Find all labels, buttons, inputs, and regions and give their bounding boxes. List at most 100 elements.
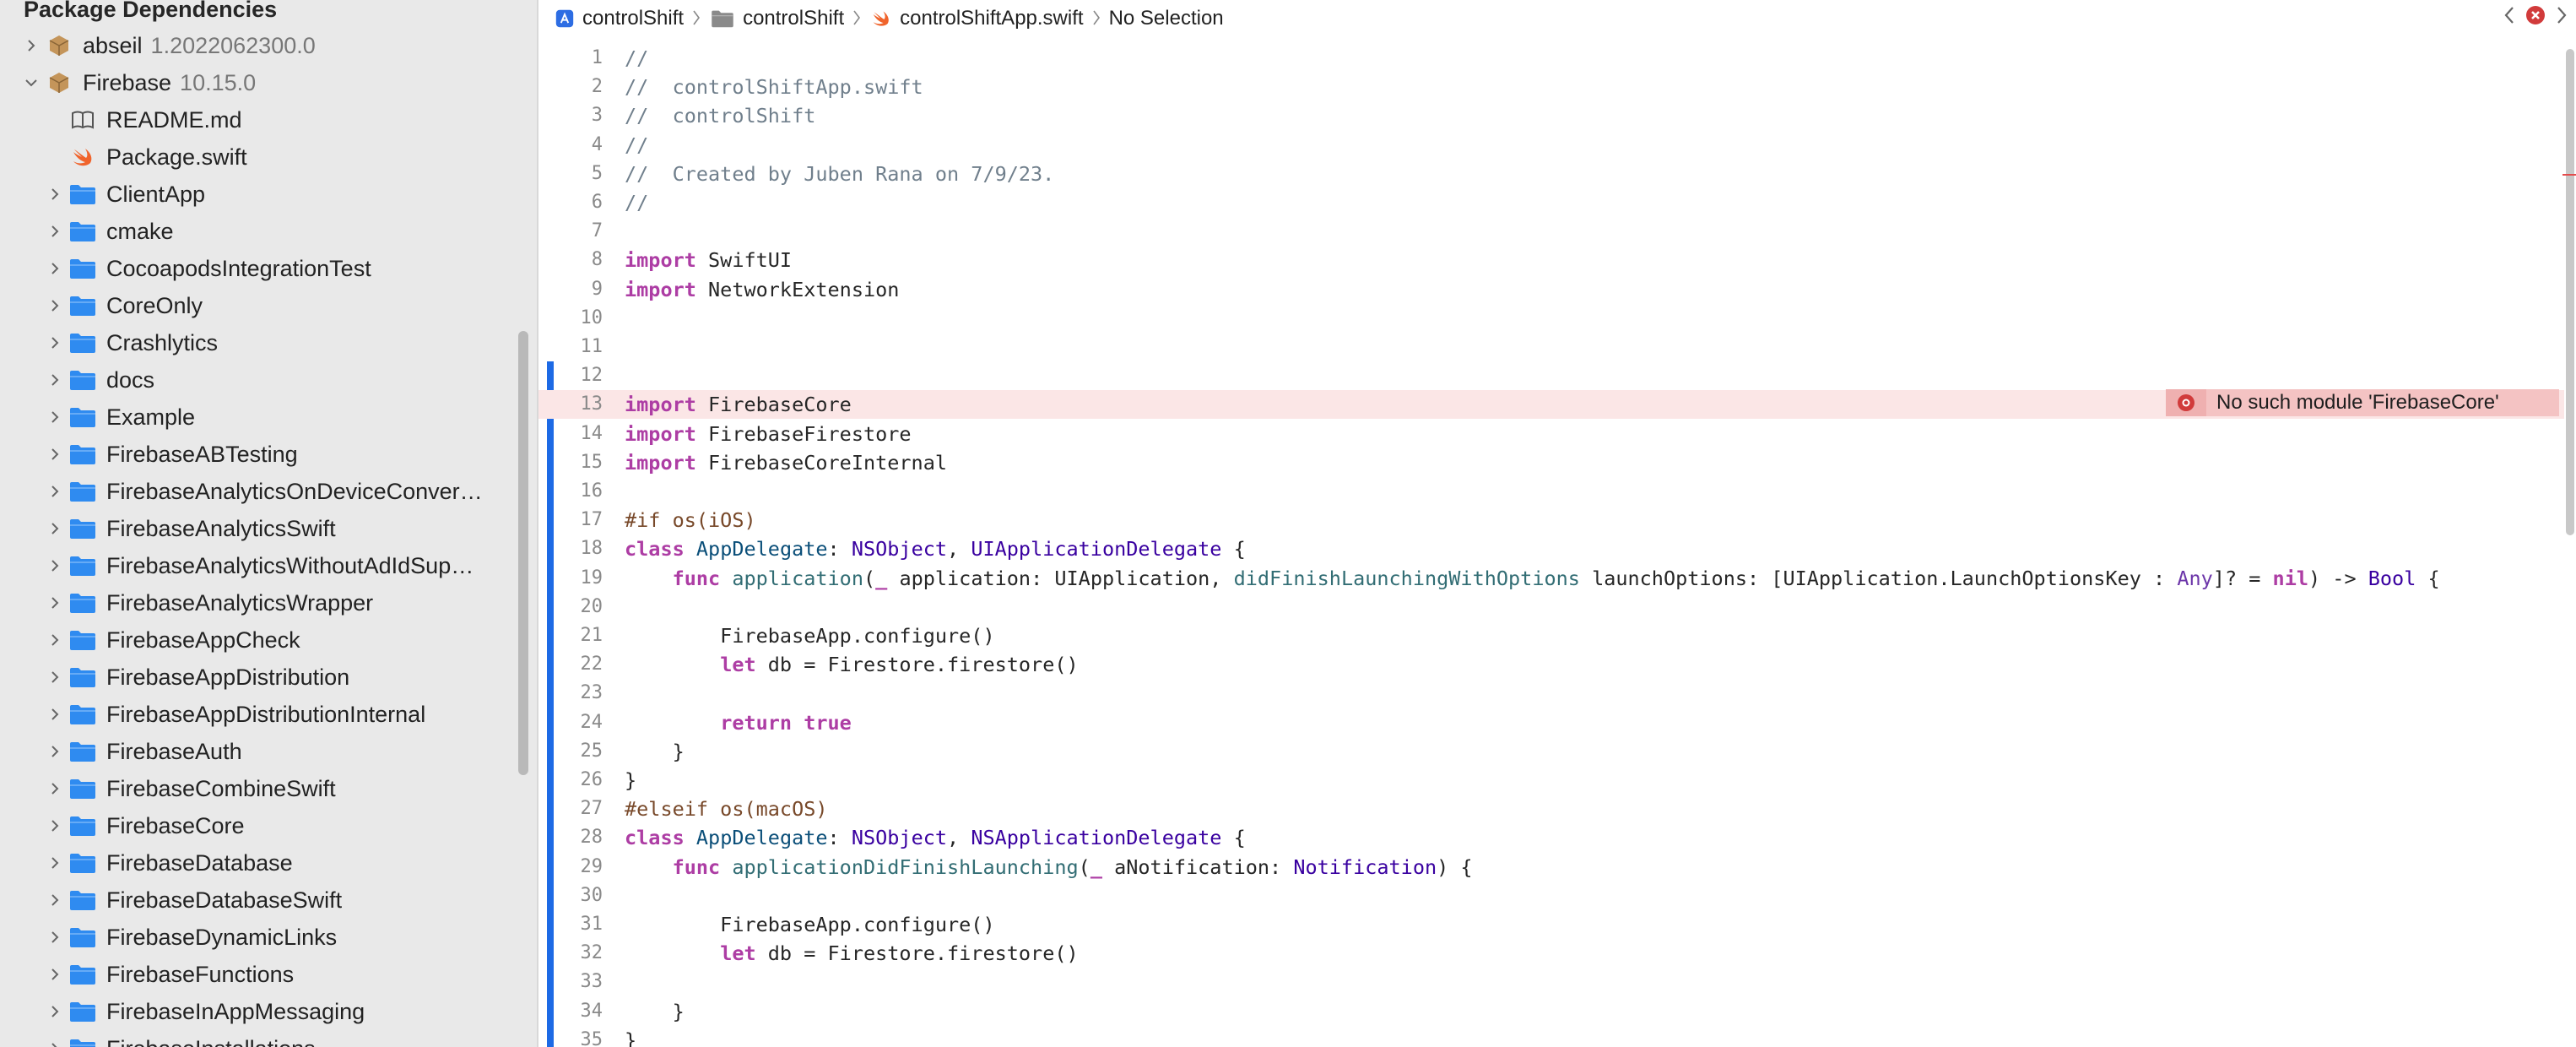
code-line[interactable]: 34 }	[538, 997, 2564, 1026]
chevron-down-icon[interactable]	[24, 75, 39, 90]
error-annotation[interactable]: No such module 'FirebaseCore'	[2166, 389, 2559, 416]
chevron-right-icon[interactable]	[47, 744, 62, 759]
code-token: application: UIApplication,	[887, 566, 1234, 590]
error-indicator-icon[interactable]	[2525, 5, 2546, 31]
code-line[interactable]: 23	[538, 679, 2564, 708]
tree-item-firebaseanalyticswrapper[interactable]: FirebaseAnalyticsWrapper	[0, 584, 537, 621]
tree-item-firebaseanalyticsswift[interactable]: FirebaseAnalyticsSwift	[0, 510, 537, 547]
code-line[interactable]: 11	[538, 333, 2564, 361]
chevron-right-icon[interactable]	[47, 930, 62, 945]
code-line[interactable]: 25 }	[538, 737, 2564, 766]
chevron-right-icon[interactable]	[47, 781, 62, 796]
navigator-scrollbar[interactable]	[518, 331, 528, 775]
tree-item-firebasedatabase[interactable]: FirebaseDatabase	[0, 844, 537, 882]
code-line[interactable]: 10	[538, 304, 2564, 333]
code-line[interactable]: 20	[538, 593, 2564, 621]
chevron-right-icon[interactable]	[47, 335, 62, 350]
code-line[interactable]: 1 //	[538, 44, 2564, 73]
code-line[interactable]: 3 // controlShift	[538, 101, 2564, 130]
chevron-right-icon[interactable]	[47, 372, 62, 388]
tree-item-abseil[interactable]: abseil 1.2022062300.0	[0, 27, 537, 64]
tree-item-firebasefunctions[interactable]: FirebaseFunctions	[0, 956, 537, 993]
code-line[interactable]: 17 #if os(iOS)	[538, 506, 2564, 534]
code-line[interactable]: 28 class AppDelegate: NSObject, NSApplica…	[538, 823, 2564, 852]
tree-item-firebaseanalyticswithoutadidsup[interactable]: FirebaseAnalyticsWithoutAdIdSup…	[0, 547, 537, 584]
tree-item-coreonly[interactable]: CoreOnly	[0, 287, 537, 324]
code-line[interactable]: 35}	[538, 1026, 2564, 1047]
breadcrumb-item[interactable]: No Selection	[1109, 7, 1224, 30]
chevron-right-icon[interactable]	[47, 707, 62, 722]
chevron-right-icon[interactable]	[47, 1041, 62, 1047]
editor-scrollbar[interactable]	[2566, 49, 2574, 535]
code-line[interactable]: 4 //	[538, 131, 2564, 160]
tree-item-example[interactable]: Example	[0, 399, 537, 436]
code-line[interactable]: 15 import FirebaseCoreInternal	[538, 448, 2564, 477]
tree-item-firebaseappdistributioninternal[interactable]: FirebaseAppDistributionInternal	[0, 696, 537, 733]
code-line[interactable]: 21 FirebaseApp.configure()	[538, 621, 2564, 650]
code-line[interactable]: 2 // controlShiftApp.swift	[538, 73, 2564, 101]
code-line[interactable]: 18 class AppDelegate: NSObject, UIApplica…	[538, 534, 2564, 563]
code-line[interactable]: 24 return true	[538, 708, 2564, 737]
code-line[interactable]: 9 import NetworkExtension	[538, 275, 2564, 304]
source-editor[interactable]: 1 // 2 // controlShiftApp.swift 3 // controlS…	[538, 44, 2576, 1047]
chevron-right-icon[interactable]	[24, 38, 39, 53]
breadcrumb-item[interactable]: controlShift	[709, 7, 844, 30]
chevron-right-icon[interactable]	[47, 855, 62, 871]
chevron-right-icon[interactable]	[2556, 6, 2568, 30]
tree-item-firebaseinstallations[interactable]: FirebaseInstallations	[0, 1030, 537, 1047]
tree-item-firebaseanalyticsondeviceconver[interactable]: FirebaseAnalyticsOnDeviceConver…	[0, 473, 537, 510]
tree-item-firebasedynamiclinks[interactable]: FirebaseDynamicLinks	[0, 919, 537, 956]
tree-item-firebasecore[interactable]: FirebaseCore	[0, 807, 537, 844]
chevron-right-icon[interactable]	[47, 632, 62, 648]
code-line[interactable]: 33	[538, 968, 2564, 996]
code-line[interactable]: 19 func application(_ application: UIApp…	[538, 564, 2564, 593]
code-line[interactable]: 27 #elseif os(macOS)	[538, 795, 2564, 823]
code-line[interactable]: 8 import SwiftUI	[538, 246, 2564, 274]
chevron-right-icon[interactable]	[47, 892, 62, 908]
breadcrumb-item[interactable]: controlShift	[554, 7, 684, 30]
code-line[interactable]: 26}	[538, 766, 2564, 795]
chevron-right-icon[interactable]	[47, 558, 62, 573]
tree-item-cocoapodsintegrationtest[interactable]: CocoapodsIntegrationTest	[0, 250, 537, 287]
tree-item-firebasedatabaseswift[interactable]: FirebaseDatabaseSwift	[0, 882, 537, 919]
chevron-right-icon[interactable]	[47, 298, 62, 313]
chevron-right-icon[interactable]	[47, 521, 62, 536]
chevron-right-icon[interactable]	[47, 187, 62, 202]
code-line[interactable]: 32 let db = Firestore.firestore()	[538, 939, 2564, 968]
chevron-right-icon[interactable]	[47, 484, 62, 499]
code-line[interactable]: 5 // Created by Juben Rana on 7/9/23.	[538, 160, 2564, 188]
code-line[interactable]: 7	[538, 217, 2564, 246]
chevron-right-icon[interactable]	[47, 1004, 62, 1019]
code-line[interactable]: 30	[538, 882, 2564, 910]
chevron-right-icon[interactable]	[47, 447, 62, 462]
breadcrumb-item[interactable]: controlShiftApp.swift	[869, 7, 1084, 30]
chevron-right-icon[interactable]	[47, 410, 62, 425]
code-line[interactable]: 16	[538, 477, 2564, 506]
chevron-left-icon[interactable]	[2503, 6, 2515, 30]
tree-item-firebase[interactable]: Firebase 10.15.0	[0, 64, 537, 101]
tree-item-firebaseappdistribution[interactable]: FirebaseAppDistribution	[0, 659, 537, 696]
tree-item-docs[interactable]: docs	[0, 361, 537, 399]
chevron-right-icon[interactable]	[47, 967, 62, 982]
code-line[interactable]: 14 import FirebaseFirestore	[538, 420, 2564, 448]
code-line[interactable]: 22 let db = Firestore.firestore()	[538, 650, 2564, 679]
tree-item-crashlytics[interactable]: Crashlytics	[0, 324, 537, 361]
tree-item-firebasecombineswift[interactable]: FirebaseCombineSwift	[0, 770, 537, 807]
tree-item-package-swift[interactable]: Package.swift	[0, 138, 537, 176]
tree-item-firebaseinappmessaging[interactable]: FirebaseInAppMessaging	[0, 993, 537, 1030]
tree-item-clientapp[interactable]: ClientApp	[0, 176, 537, 213]
chevron-right-icon[interactable]	[47, 818, 62, 833]
chevron-right-icon[interactable]	[47, 670, 62, 685]
chevron-right-icon[interactable]	[47, 224, 62, 239]
code-line[interactable]: 29 func applicationDidFinishLaunching(_ …	[538, 853, 2564, 882]
chevron-right-icon[interactable]	[47, 261, 62, 276]
tree-item-readme-md[interactable]: README.md	[0, 101, 537, 138]
code-line[interactable]: 6 //	[538, 188, 2564, 217]
tree-item-firebaseabtesting[interactable]: FirebaseABTesting	[0, 436, 537, 473]
tree-item-firebaseappcheck[interactable]: FirebaseAppCheck	[0, 621, 537, 659]
chevron-right-icon[interactable]	[47, 595, 62, 610]
tree-item-firebaseauth[interactable]: FirebaseAuth	[0, 733, 537, 770]
code-line[interactable]: 12	[538, 361, 2564, 390]
tree-item-cmake[interactable]: cmake	[0, 213, 537, 250]
code-line[interactable]: 31 FirebaseApp.configure()	[538, 910, 2564, 939]
